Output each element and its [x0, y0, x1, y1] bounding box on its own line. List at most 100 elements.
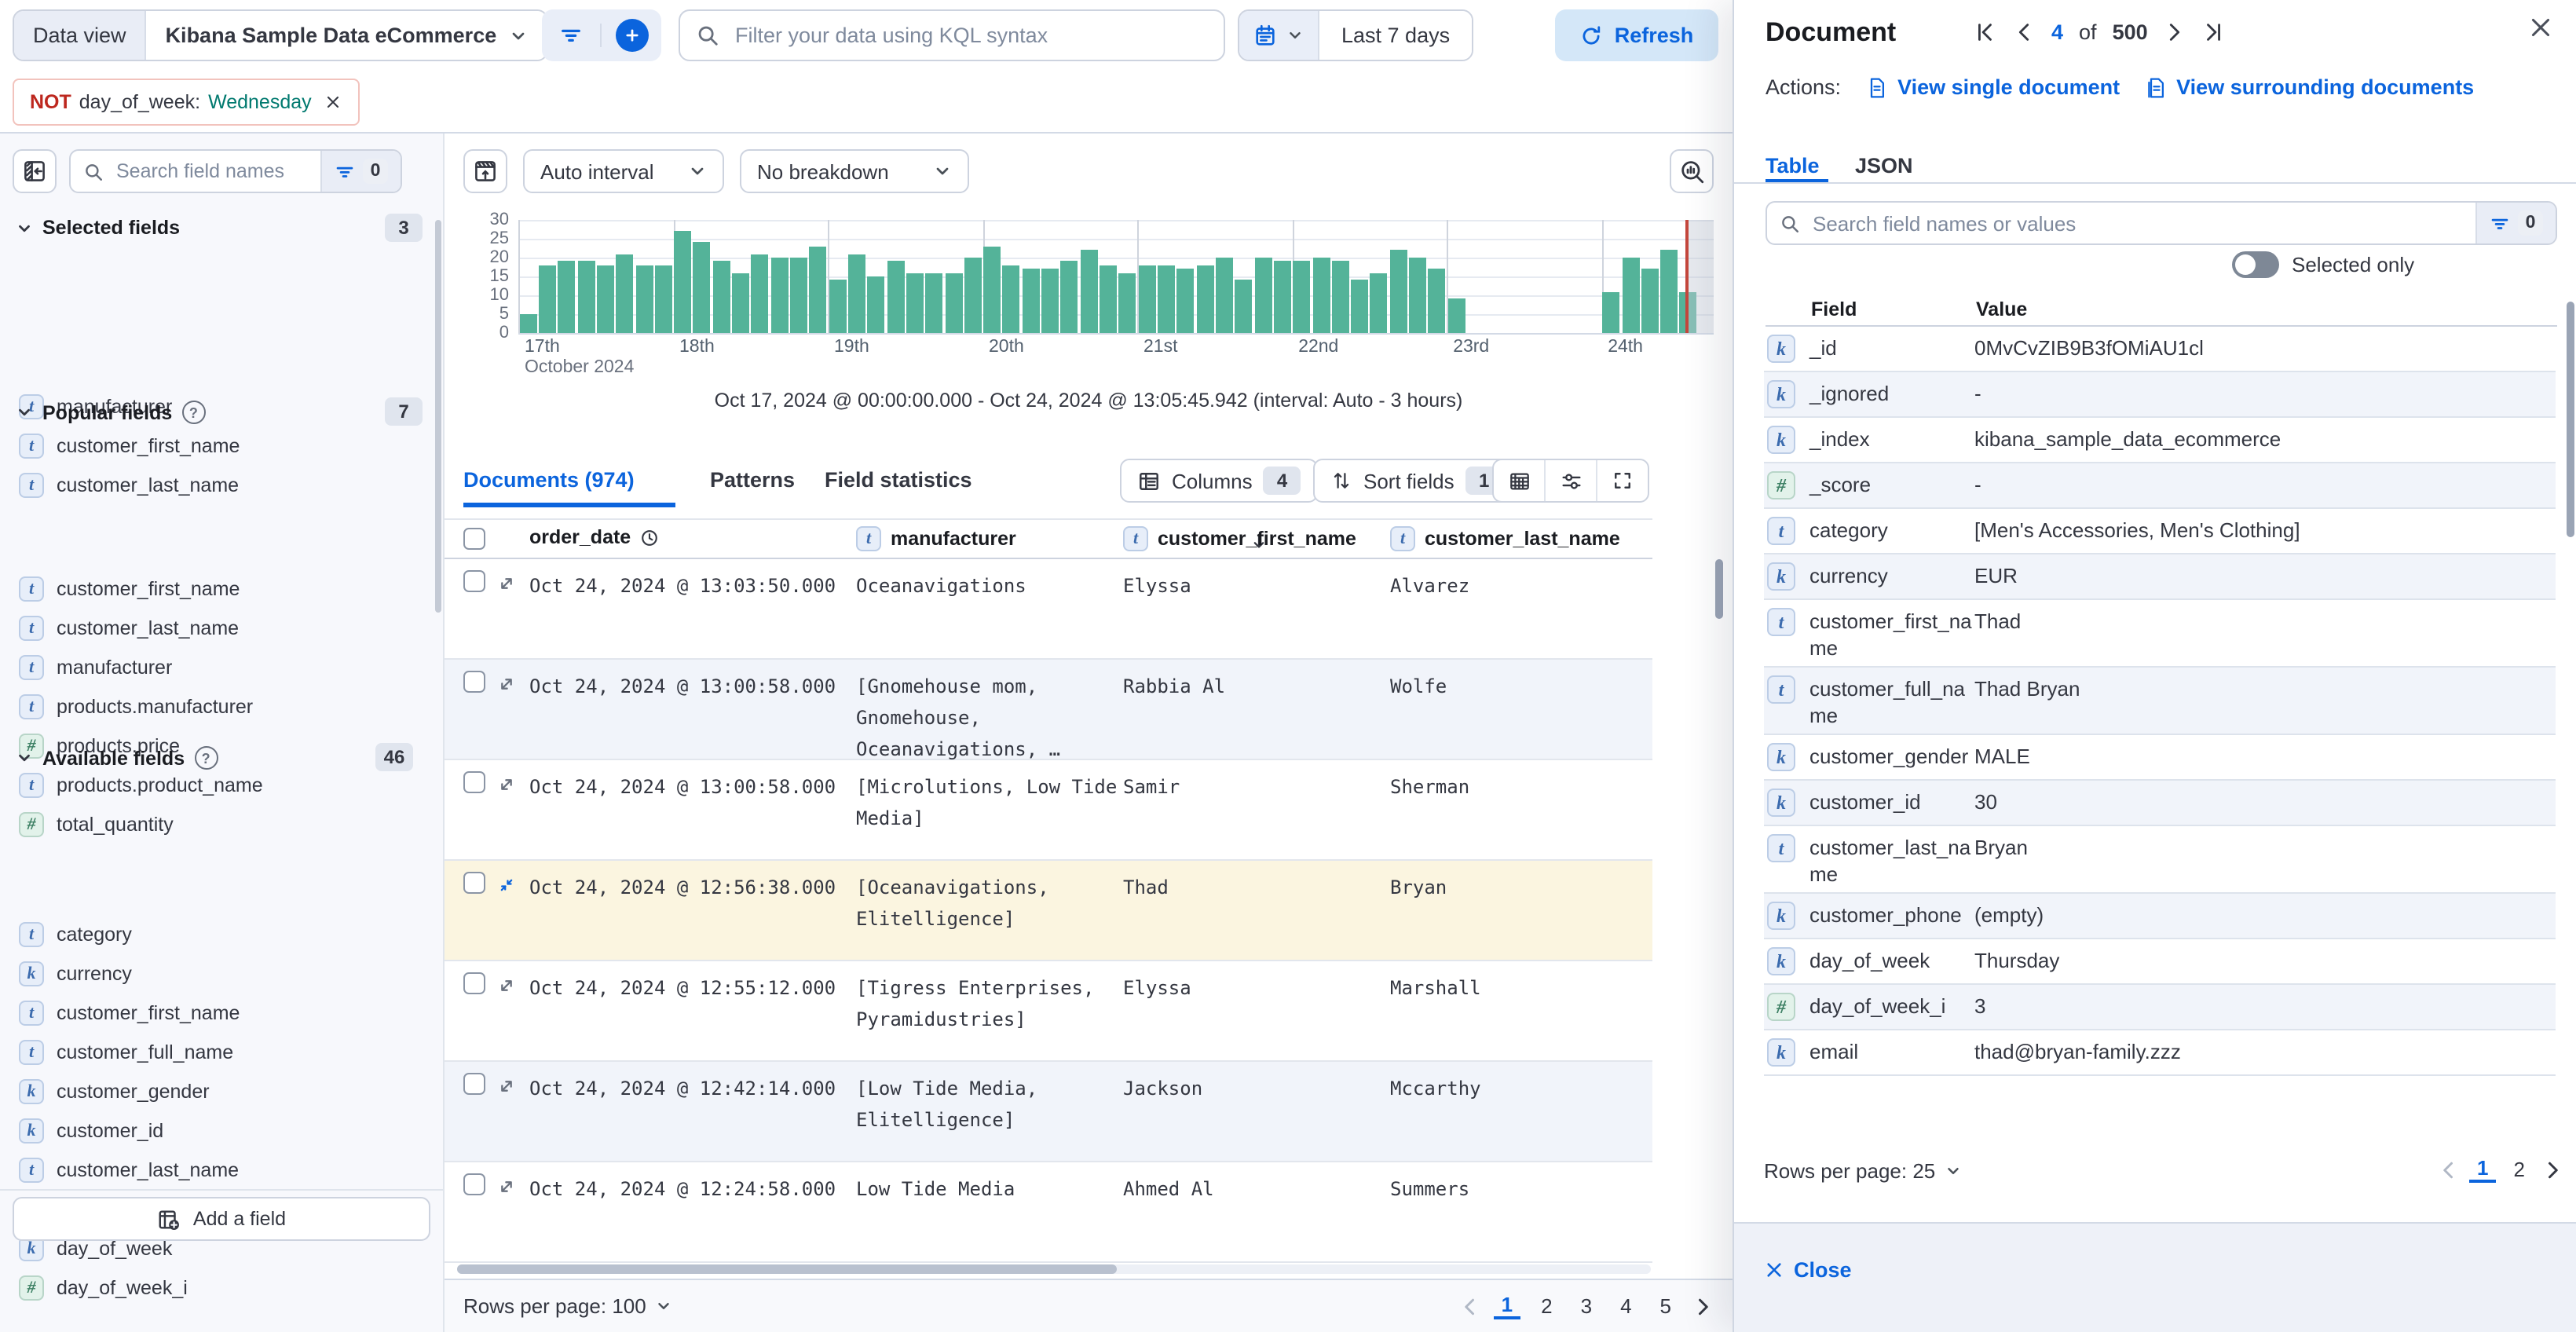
page-3[interactable]: 3: [1573, 1294, 1600, 1318]
sidebar-field[interactable]: tcustomer_full_name: [19, 1034, 233, 1071]
refresh-button[interactable]: Refresh: [1555, 9, 1718, 61]
column-header-manufacturer[interactable]: tmanufacturer: [856, 526, 1016, 551]
histogram-bar[interactable]: [964, 258, 982, 333]
field-row-customer-first-name[interactable]: tcustomer_first_nameThad: [1764, 600, 2556, 668]
histogram-bar[interactable]: [1447, 299, 1465, 333]
histogram-bar[interactable]: [1351, 280, 1368, 333]
page-4[interactable]: 4: [1612, 1294, 1639, 1318]
kql-search-bar[interactable]: [679, 9, 1225, 61]
histogram-bar[interactable]: [1370, 273, 1388, 333]
date-picker[interactable]: Last 7 days: [1238, 9, 1473, 61]
page-5[interactable]: 5: [1652, 1294, 1679, 1318]
field-row-currency[interactable]: kcurrencyEUR: [1764, 554, 2556, 600]
grid-horizontal-scrollbar[interactable]: [457, 1264, 1651, 1274]
section-available-fields[interactable]: Available fields ?: [16, 746, 218, 770]
expand-row-icon[interactable]: [496, 1076, 517, 1096]
row-checkbox[interactable]: [463, 972, 485, 994]
next-document-icon[interactable]: [2164, 20, 2187, 44]
sidebar-field[interactable]: tcategory: [19, 916, 132, 953]
sidebar-field[interactable]: #day_of_week_i: [19, 1269, 188, 1307]
histogram-bar[interactable]: [1332, 262, 1349, 333]
sidebar-field[interactable]: kcurrency: [19, 955, 132, 993]
sidebar-field[interactable]: tcustomer_last_name: [19, 609, 239, 647]
flyout-tab-table[interactable]: Table: [1766, 154, 1820, 177]
field-row-customer-full-name[interactable]: tcustomer_full_nameThad Bryan: [1764, 668, 2556, 735]
close-flyout-icon[interactable]: [2527, 14, 2554, 41]
histogram-bar[interactable]: [693, 243, 711, 333]
close-flyout-button[interactable]: Close: [1764, 1258, 1852, 1282]
rows-per-page-select[interactable]: Rows per page: 100: [463, 1294, 673, 1318]
chart-options-button[interactable]: [463, 149, 507, 193]
grid-vertical-scrollbar[interactable]: [1715, 559, 1723, 619]
expand-row-icon[interactable]: [496, 774, 517, 795]
table-row[interactable]: Oct 24, 2024 @ 12:24:58.000 Low Tide Med…: [445, 1162, 1652, 1263]
field-row-customer-id[interactable]: kcustomer_id30: [1764, 781, 2556, 826]
collapse-row-icon[interactable]: [496, 875, 517, 895]
row-checkbox[interactable]: [463, 570, 485, 592]
histogram-bar[interactable]: [712, 262, 730, 333]
histogram-bar[interactable]: [945, 273, 962, 333]
grid-settings-button[interactable]: [1544, 460, 1596, 501]
expand-row-icon[interactable]: [496, 674, 517, 694]
table-row-selected[interactable]: Oct 24, 2024 @ 12:56:38.000 [Oceanavigat…: [445, 861, 1652, 961]
tab-patterns[interactable]: Patterns: [710, 468, 795, 492]
histogram-bar[interactable]: [925, 273, 942, 333]
flyout-tab-json[interactable]: JSON: [1855, 154, 1913, 177]
histogram-bar[interactable]: [887, 262, 904, 333]
column-header-customer-last-name[interactable]: tcustomer_last_name: [1390, 526, 1620, 551]
histogram-bar[interactable]: [868, 276, 885, 333]
field-row-_ignored[interactable]: k_ignored-: [1764, 372, 2556, 418]
table-row[interactable]: Oct 24, 2024 @ 13:00:58.000 [Gnomehouse …: [445, 660, 1652, 760]
previous-page-icon[interactable]: [1459, 1295, 1481, 1317]
histogram-bar[interactable]: [770, 258, 788, 333]
field-row-day-of-week[interactable]: kday_of_weekThursday: [1764, 939, 2556, 985]
table-row[interactable]: Oct 24, 2024 @ 12:42:14.000 [Low Tide Me…: [445, 1062, 1652, 1162]
field-row-customer-phone[interactable]: kcustomer_phone(empty): [1764, 894, 2556, 939]
histogram-bar[interactable]: [1023, 269, 1040, 333]
view-surrounding-documents-link[interactable]: View surrounding documents: [2145, 75, 2474, 99]
row-checkbox[interactable]: [463, 671, 485, 693]
histogram-bar[interactable]: [655, 265, 672, 333]
collapse-sidebar-button[interactable]: [13, 149, 57, 193]
field-row-email[interactable]: kemailthad@bryan-family.zzz: [1764, 1030, 2556, 1076]
sidebar-field[interactable]: tcustomer_first_name: [19, 994, 240, 1032]
expand-row-icon[interactable]: [496, 1176, 517, 1197]
previous-document-icon[interactable]: [2012, 20, 2036, 44]
histogram-bar[interactable]: [1641, 269, 1659, 333]
sidebar-field[interactable]: kcustomer_id: [19, 1112, 163, 1150]
filter-pill-day-of-week[interactable]: NOT day_of_week: Wednesday: [13, 79, 360, 126]
add-filter-button[interactable]: [602, 19, 661, 52]
flyout-rows-per-page-select[interactable]: Rows per page: 25: [1764, 1159, 1962, 1183]
row-checkbox[interactable]: [463, 1073, 485, 1095]
histogram-bar[interactable]: [1602, 291, 1619, 333]
flyout-page-2[interactable]: 2: [2505, 1158, 2532, 1181]
histogram-bar[interactable]: [752, 254, 769, 333]
histogram-bar[interactable]: [1196, 265, 1213, 333]
histogram-bar[interactable]: [635, 265, 653, 333]
interval-select[interactable]: Auto interval: [523, 149, 724, 193]
flyout-search-input[interactable]: [1809, 210, 2463, 236]
sidebar-field[interactable]: tcustomer_first_name: [19, 570, 240, 608]
next-page-icon[interactable]: [1692, 1295, 1714, 1317]
previous-page-icon[interactable]: [2438, 1158, 2460, 1180]
histogram-bar[interactable]: [1138, 265, 1155, 333]
sidebar-field-customer-last-name[interactable]: tcustomer_last_name: [19, 467, 239, 504]
histogram-bar[interactable]: [674, 231, 691, 333]
section-popular-fields[interactable]: Popular fields ?: [16, 401, 205, 424]
histogram-bar[interactable]: [810, 247, 827, 333]
sidebar-field[interactable]: tcustomer_last_name: [19, 1151, 239, 1189]
sidebar-field-customer-first-name[interactable]: tcustomer_first_name: [19, 427, 240, 465]
field-row-day-of-week-i[interactable]: #day_of_week_i3: [1764, 985, 2556, 1030]
fullscreen-button[interactable]: [1596, 460, 1648, 501]
column-header-customer-first-name[interactable]: tcustomer_first_name: [1123, 526, 1356, 551]
histogram-bar[interactable]: [790, 258, 807, 333]
explore-in-lens-button[interactable]: [1670, 149, 1714, 193]
histogram-bar[interactable]: [616, 254, 633, 333]
table-row[interactable]: Oct 24, 2024 @ 12:55:12.000 [Tigress Ent…: [445, 961, 1652, 1062]
sidebar-field[interactable]: #total_quantity: [19, 806, 174, 843]
columns-button[interactable]: Columns 4: [1120, 459, 1319, 503]
row-density-button[interactable]: [1494, 460, 1544, 501]
row-checkbox[interactable]: [463, 1173, 485, 1195]
first-document-icon[interactable]: [1973, 20, 1996, 44]
sidebar-field[interactable]: tproducts.manufacturer: [19, 688, 253, 726]
